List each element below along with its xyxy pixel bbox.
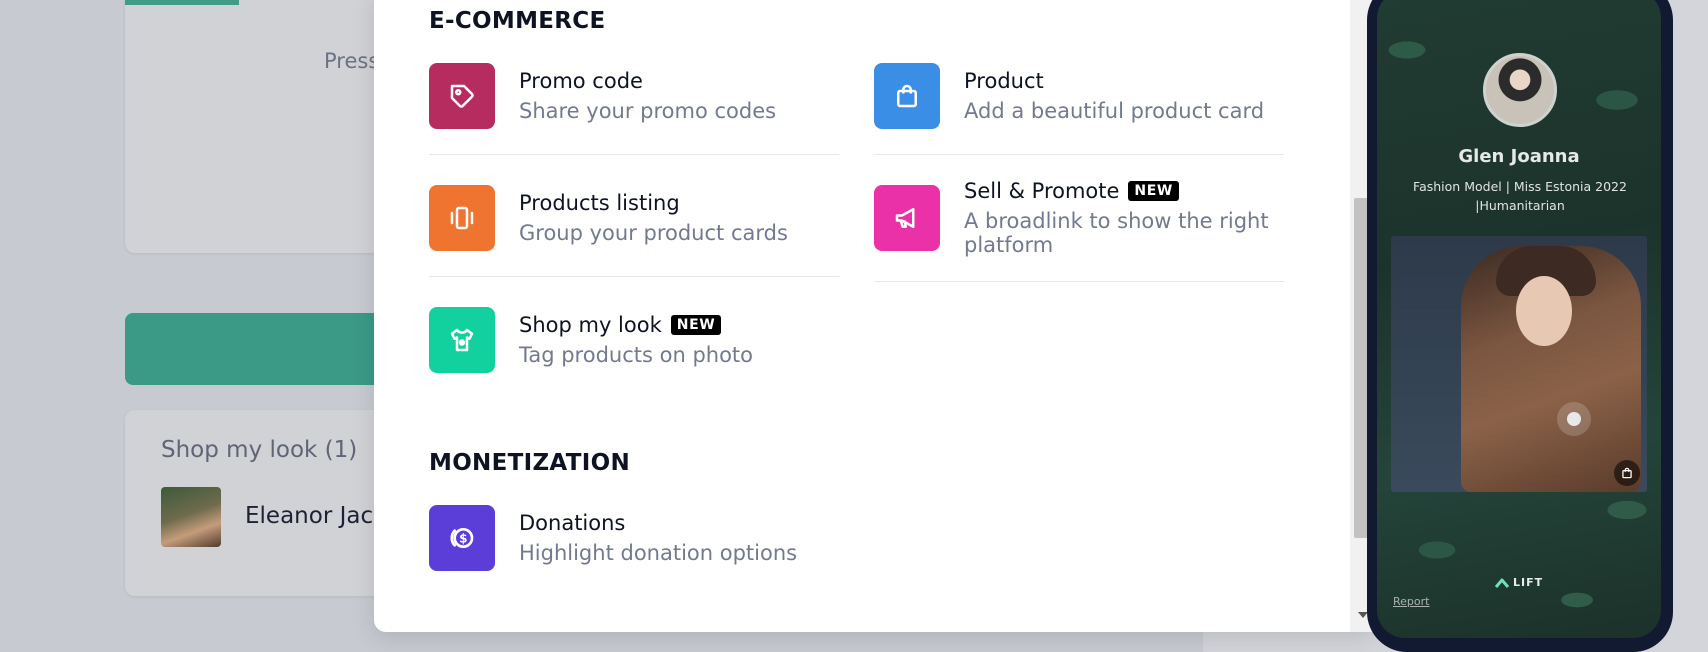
editor-card [125, 0, 385, 253]
lift-logo: LIFT [1495, 576, 1543, 589]
block-option-description: Group your product cards [519, 221, 788, 245]
new-badge: NEW [670, 315, 722, 335]
shop-my-look-card-title: Shop my look (1) [161, 437, 358, 463]
active-tab-indicator [125, 0, 239, 5]
block-option-description: Add a beautiful product card [964, 99, 1265, 123]
lift-brand-text: LIFT [1513, 576, 1544, 589]
block-option-description: A broadlink to show the right platform [964, 209, 1269, 257]
block-option-title: Products listing [519, 191, 680, 215]
profile-avatar [1483, 53, 1557, 127]
profile-name: Glen Joanna [1458, 146, 1580, 167]
divider [874, 154, 1284, 155]
svg-text:$: $ [459, 532, 467, 546]
report-link[interactable]: Report [1393, 595, 1429, 608]
shop-my-look-photo[interactable] [1391, 236, 1647, 492]
profile-bio: Fashion Model | Miss Estonia 2022 |Human… [1413, 179, 1627, 213]
divider [429, 276, 839, 277]
lift-chevron-icon [1495, 578, 1509, 588]
block-option-title: Product [964, 69, 1044, 93]
monetization-section-title: MONETIZATION [429, 450, 630, 476]
block-option-title: Promo code [519, 69, 643, 93]
shopping-bag-icon [874, 63, 940, 129]
carousel-icon [429, 185, 495, 251]
tag-icon [429, 63, 495, 129]
press-hint-text: Press [324, 49, 380, 73]
block-option-description: Highlight donation options [519, 541, 798, 565]
block-option-description: Tag products on photo [519, 343, 754, 367]
shop-item-thumbnail [161, 487, 221, 547]
shirt-icon [429, 307, 495, 373]
product-tag-dot[interactable] [1557, 402, 1591, 436]
megaphone-icon [874, 185, 940, 251]
shop-item-name: Eleanor Jack [245, 503, 387, 529]
ecommerce-section-title: E-COMMERCE [429, 8, 606, 34]
add-block-button[interactable] [125, 313, 385, 385]
block-option-title: Donations [519, 511, 626, 535]
photo-face [1516, 276, 1572, 346]
new-badge: NEW [1128, 181, 1179, 201]
divider [429, 154, 839, 155]
divider [874, 281, 1284, 282]
donation-icon: $ [429, 505, 495, 571]
add-block-modal: E-COMMERCE Promo code Share your promo c… [374, 0, 1376, 632]
shopping-bag-icon[interactable] [1614, 460, 1640, 486]
block-option-description: Share your promo codes [519, 99, 777, 123]
block-option-title: Shop my look [519, 313, 662, 337]
block-option-title: Sell & Promote [964, 179, 1120, 203]
